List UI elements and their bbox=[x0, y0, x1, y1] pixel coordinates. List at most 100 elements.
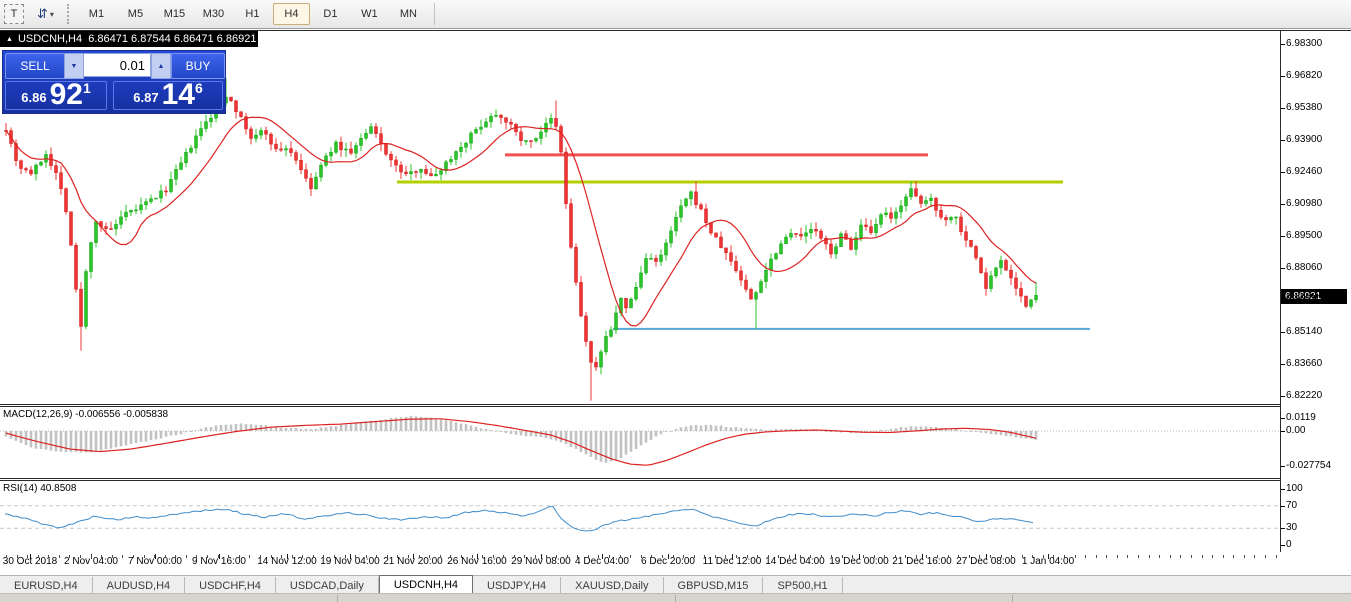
time-tick-minor bbox=[175, 555, 176, 558]
time-tick-minor bbox=[345, 555, 346, 558]
time-tick-minor bbox=[1149, 555, 1150, 558]
time-tick-minor bbox=[598, 555, 599, 558]
timeframe-button-m30[interactable]: M30 bbox=[195, 3, 232, 25]
axis-tick bbox=[1281, 466, 1285, 467]
main-axis-label: 6.92460 bbox=[1286, 165, 1322, 179]
buy-price-big: 14 bbox=[162, 82, 195, 108]
time-axis-label: 1 Jan 04:00 bbox=[1022, 556, 1074, 567]
time-tick-minor bbox=[1064, 555, 1065, 558]
separator-main-macd[interactable] bbox=[0, 404, 1280, 405]
timeframe-button-d1[interactable]: D1 bbox=[312, 3, 349, 25]
axis-tick bbox=[1281, 489, 1285, 490]
lot-increase-button[interactable]: ▲ bbox=[151, 53, 171, 79]
axis-tick bbox=[1281, 528, 1285, 529]
axis-tick bbox=[1281, 364, 1285, 365]
time-tick-minor bbox=[1032, 555, 1033, 558]
chart-tab-gbpusd-m15[interactable]: GBPUSD,M15 bbox=[664, 577, 764, 594]
time-tick-minor bbox=[588, 555, 589, 558]
axis-tick bbox=[1281, 204, 1285, 205]
time-tick-minor bbox=[1223, 555, 1224, 558]
rsi-chart-canvas[interactable] bbox=[0, 481, 1280, 552]
time-axis-label: 7 Nov 00:00 bbox=[128, 556, 182, 567]
time-tick-minor bbox=[1170, 555, 1171, 558]
chart-tab-audusd-h4[interactable]: AUDUSD,H4 bbox=[93, 577, 186, 594]
timeframe-buttons: M1M5M15M30H1H4D1W1MN bbox=[77, 3, 428, 25]
time-tick-minor bbox=[1127, 555, 1128, 558]
sell-button[interactable]: SELL bbox=[5, 53, 65, 79]
time-tick-minor bbox=[514, 555, 515, 558]
time-tick-minor bbox=[1106, 555, 1107, 558]
main-axis-label: 6.89500 bbox=[1286, 229, 1322, 243]
time-tick-minor bbox=[948, 555, 949, 558]
axis-tick bbox=[1281, 76, 1285, 77]
time-axis[interactable]: 30 Oct 20182 Nov 04:007 Nov 00:009 Nov 1… bbox=[0, 552, 1351, 575]
time-tick-minor bbox=[651, 555, 652, 558]
toolbar-grip[interactable] bbox=[67, 4, 69, 24]
macd-chart-canvas[interactable] bbox=[0, 407, 1280, 477]
time-tick-minor bbox=[905, 555, 906, 558]
axis-tick bbox=[1281, 431, 1285, 432]
axis-tick bbox=[1281, 236, 1285, 237]
time-tick-minor bbox=[292, 555, 293, 558]
time-tick-minor bbox=[725, 555, 726, 558]
time-tick-minor bbox=[207, 555, 208, 558]
arrange-arrows-icon[interactable]: ⇵ ▾ bbox=[34, 4, 57, 24]
timeframe-button-w1[interactable]: W1 bbox=[351, 3, 388, 25]
rsi-label: RSI(14) 40.8508 bbox=[3, 483, 76, 494]
time-tick-minor bbox=[821, 555, 822, 558]
sell-price-prefix: 6.86 bbox=[21, 90, 46, 108]
time-tick-minor bbox=[609, 555, 610, 558]
time-tick-minor bbox=[789, 555, 790, 558]
time-tick-minor bbox=[271, 555, 272, 558]
chart-tab-usdcnh-h4[interactable]: USDCNH,H4 bbox=[379, 575, 473, 594]
sell-price-display[interactable]: 6.86 92 1 bbox=[5, 81, 107, 110]
time-tick-minor bbox=[80, 555, 81, 558]
timeframe-button-h4[interactable]: H4 bbox=[273, 3, 310, 25]
time-tick-minor bbox=[450, 555, 451, 558]
lot-size-input[interactable]: 0.01 bbox=[83, 53, 151, 77]
chart-tab-usdcad-daily[interactable]: USDCAD,Daily bbox=[276, 577, 379, 594]
text-tool-icon[interactable]: T bbox=[4, 4, 24, 24]
time-tick-minor bbox=[1085, 555, 1086, 558]
chart-tab-xauusd-daily[interactable]: XAUUSD,Daily bbox=[561, 577, 663, 594]
time-tick-minor bbox=[323, 555, 324, 558]
time-tick-minor bbox=[38, 555, 39, 558]
time-tick-minor bbox=[366, 555, 367, 558]
timeframe-button-m5[interactable]: M5 bbox=[117, 3, 154, 25]
time-tick-minor bbox=[1011, 555, 1012, 558]
timeframe-button-m15[interactable]: M15 bbox=[156, 3, 193, 25]
timeframe-button-h1[interactable]: H1 bbox=[234, 3, 271, 25]
dropdown-caret-icon[interactable]: ▾ bbox=[50, 10, 54, 19]
buy-button[interactable]: BUY bbox=[171, 53, 225, 79]
time-tick-minor bbox=[1276, 555, 1277, 558]
time-tick-minor bbox=[408, 555, 409, 558]
time-tick-minor bbox=[1233, 555, 1234, 558]
macd-axis-label: -0.027754 bbox=[1286, 459, 1331, 473]
collapse-triangle-icon[interactable]: ▲ bbox=[6, 36, 13, 43]
separator-macd-rsi[interactable] bbox=[0, 478, 1280, 479]
time-tick-minor bbox=[376, 555, 377, 558]
time-tick-minor bbox=[694, 555, 695, 558]
time-tick-minor bbox=[1159, 555, 1160, 558]
time-tick-minor bbox=[91, 555, 92, 558]
chart-tab-usdjpy-h4[interactable]: USDJPY,H4 bbox=[473, 577, 561, 594]
buy-price-display[interactable]: 6.87 14 6 bbox=[113, 81, 223, 110]
time-tick-minor bbox=[747, 555, 748, 558]
axis-tick bbox=[1281, 396, 1285, 397]
time-tick-minor bbox=[218, 555, 219, 558]
time-tick-minor bbox=[397, 555, 398, 558]
main-axis-label: 6.88060 bbox=[1286, 261, 1322, 275]
chart-tab-sp500-h1[interactable]: SP500,H1 bbox=[763, 577, 842, 594]
time-tick-minor bbox=[979, 555, 980, 558]
macd-axis-label: 0.0119 bbox=[1286, 411, 1316, 425]
chart-tab-eurusd-h4[interactable]: EURUSD,H4 bbox=[0, 577, 93, 594]
timeframe-button-m1[interactable]: M1 bbox=[78, 3, 115, 25]
time-tick-minor bbox=[429, 555, 430, 558]
lot-decrease-button[interactable]: ▼ bbox=[64, 53, 84, 79]
quote-header[interactable]: ▲ USDCNH,H4 6.86471 6.87544 6.86471 6.86… bbox=[0, 31, 258, 47]
time-tick-minor bbox=[281, 555, 282, 558]
chart-tab-usdchf-h4[interactable]: USDCHF,H4 bbox=[185, 577, 276, 594]
time-tick-minor bbox=[715, 555, 716, 558]
time-tick-minor bbox=[196, 555, 197, 558]
timeframe-button-mn[interactable]: MN bbox=[390, 3, 427, 25]
